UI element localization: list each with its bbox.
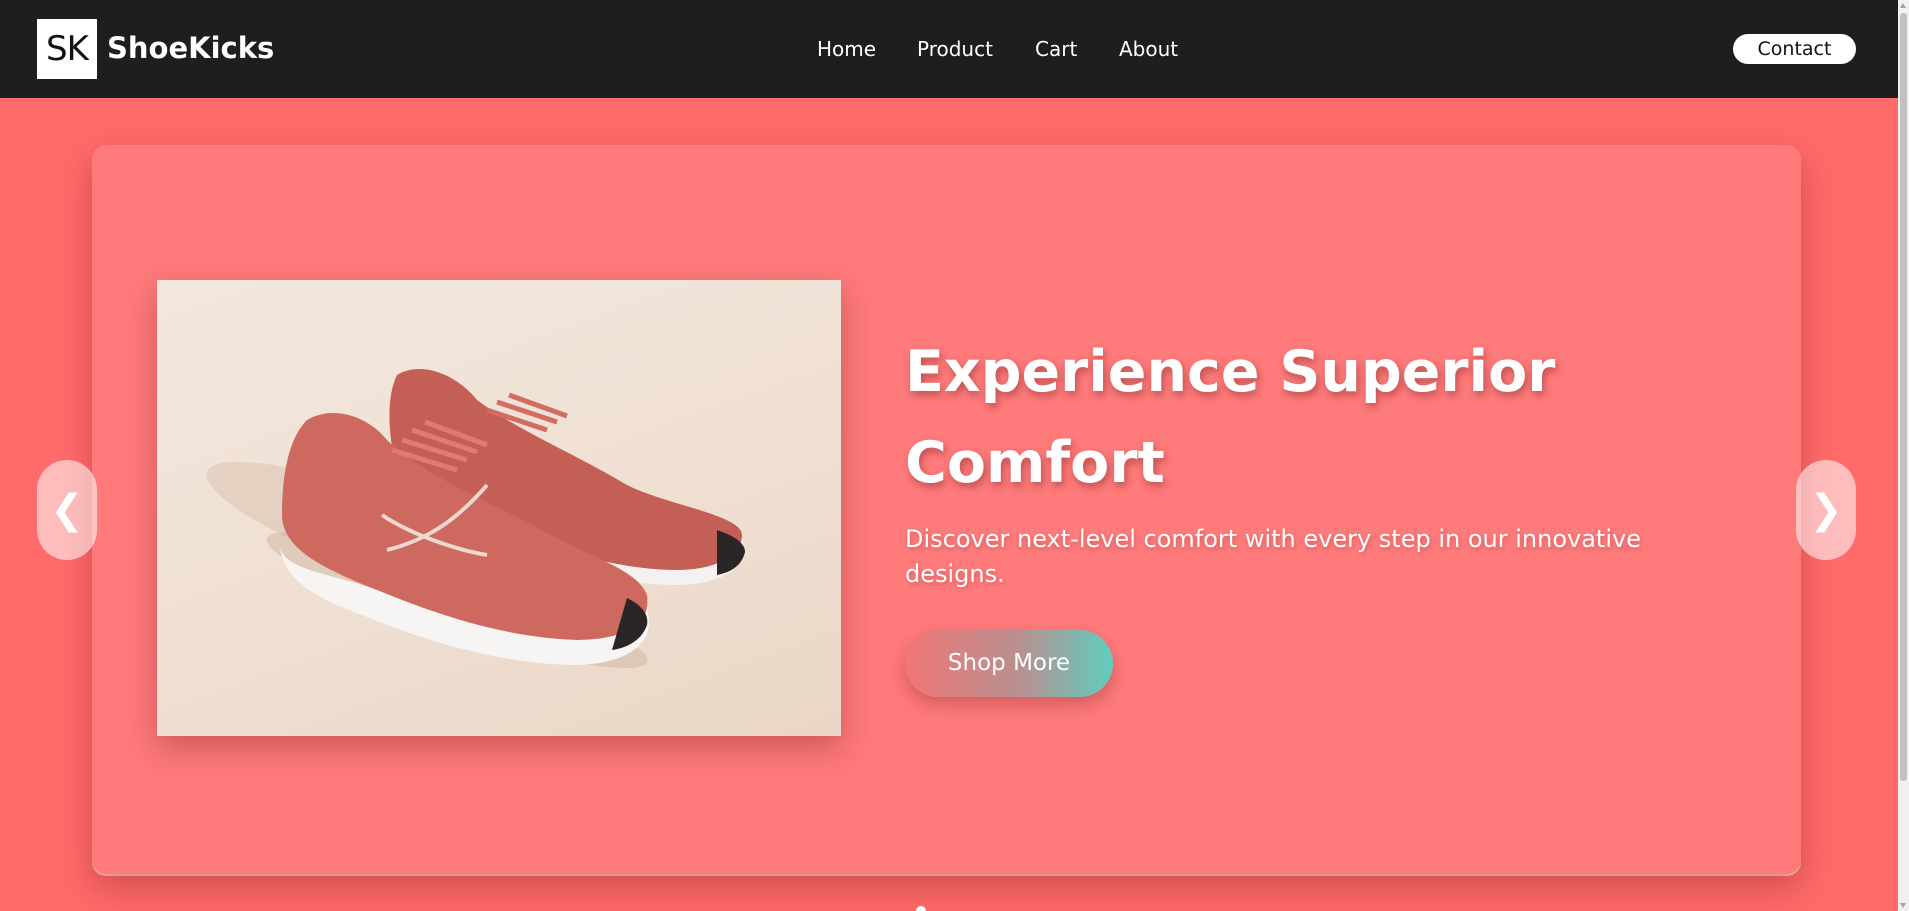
hero-card: Experience Superior Comfort Discover nex… [92, 145, 1801, 874]
nav-link-home[interactable]: Home [817, 33, 876, 65]
logo[interactable]: SK [37, 19, 97, 79]
brand-name[interactable]: ShoeKicks [107, 28, 274, 68]
nav-link-about[interactable]: About [1119, 33, 1178, 65]
scroll-up-arrow-icon[interactable] [1900, 3, 1906, 8]
shop-more-button[interactable]: Shop More [905, 630, 1113, 697]
nav-link-product[interactable]: Product [917, 33, 993, 65]
nav-link-cart[interactable]: Cart [1035, 33, 1077, 65]
hero-title: Experience Superior Comfort [905, 339, 1556, 496]
scroll-down-arrow-icon[interactable] [1900, 903, 1906, 908]
chevron-right-icon: ❯ [1809, 487, 1843, 533]
page: SK ShoeKicks Home Product Cart About Con… [0, 0, 1909, 911]
contact-button[interactable]: Contact [1733, 34, 1856, 64]
page-scrollbar[interactable] [1898, 0, 1909, 911]
navbar: SK ShoeKicks Home Product Cart About Con… [0, 0, 1898, 98]
scrollbar-thumb[interactable] [1900, 13, 1907, 781]
hero-subtitle: Discover next-level comfort with every s… [905, 525, 1641, 588]
running-shoes-image [157, 280, 841, 736]
chevron-left-icon: ❮ [50, 487, 84, 533]
carousel-indicator-dot[interactable] [916, 906, 926, 911]
carousel-next-button[interactable]: ❯ [1796, 460, 1856, 560]
carousel-prev-button[interactable]: ❮ [37, 460, 97, 560]
